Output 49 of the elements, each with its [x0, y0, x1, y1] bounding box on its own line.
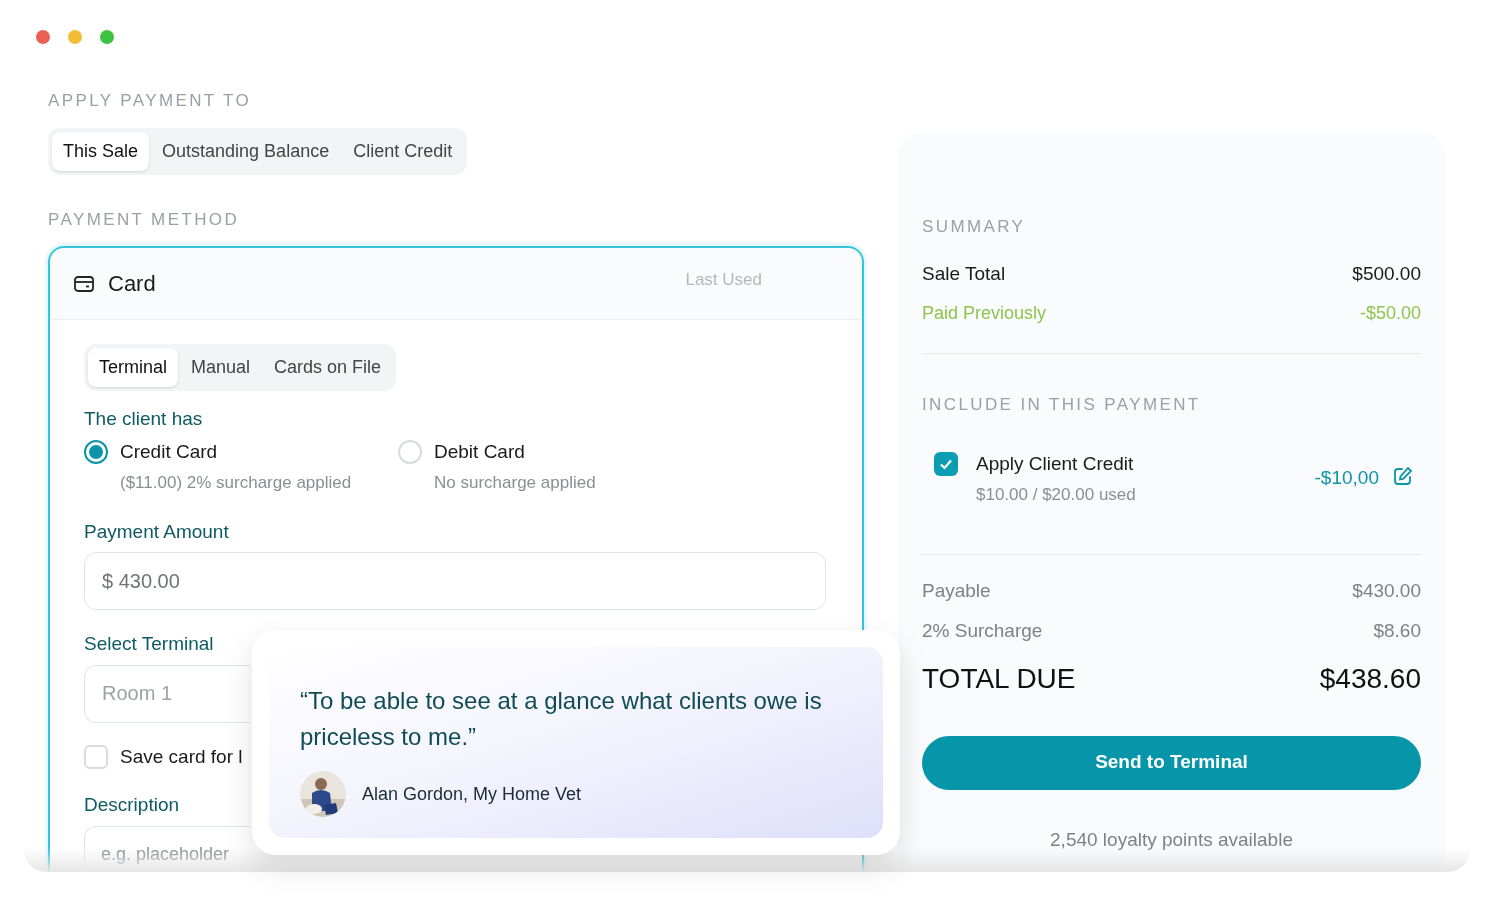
loyalty-points-text: 2,540 loyalty points available: [1049, 827, 1294, 852]
summary-value: $500.00: [1352, 261, 1421, 286]
tab[interactable]: Cards on File: [263, 348, 393, 387]
option-label: Debit Card: [434, 439, 526, 464]
edit-icon[interactable]: [1393, 465, 1413, 486]
section-label: INCLUDE IN THIS PAYMENT: [922, 394, 1202, 416]
testimonial-quote: “To be able to see at a glance what clients owe is priceless to me.”: [300, 686, 823, 752]
tab[interactable]: This Sale: [52, 131, 150, 171]
tab[interactable]: Manual: [180, 348, 262, 387]
testimonial-author: Alan Gordon, My Home Vet: [362, 782, 582, 806]
summary-value: -$50.00: [1359, 302, 1421, 325]
option-label: Credit Card: [120, 439, 219, 464]
section-label: PAYMENT METHOD: [48, 208, 241, 231]
total-value: $438.60: [1319, 661, 1421, 696]
summary-label: Paid Previously: [922, 302, 1047, 325]
minimize-window-icon[interactable]: [68, 30, 82, 44]
maximize-window-icon[interactable]: [100, 30, 114, 44]
field-label: Select Terminal: [84, 632, 214, 656]
option-note: No surcharge applied: [434, 472, 596, 494]
field-label: The client has: [84, 407, 204, 431]
total-label: 2% Surcharge: [922, 619, 1043, 643]
send-to-terminal-button[interactable]: Send to Terminal: [922, 735, 1421, 790]
terminal-field[interactable]: Room 1: [84, 664, 250, 723]
section-label: SUMMARY: [922, 216, 1027, 238]
field-label: Description: [84, 793, 180, 817]
summary-label: Sale Total: [922, 261, 1006, 286]
tab[interactable]: Terminal: [88, 348, 179, 387]
close-window-icon[interactable]: [36, 30, 50, 44]
total-label: Payable: [922, 578, 991, 603]
last-used-label: Last Used: [685, 268, 762, 291]
total-value: $8.60: [1373, 619, 1421, 643]
card-title: Card: [108, 270, 156, 298]
field-label: Payment Amount: [84, 519, 230, 544]
payment-amount-field[interactable]: $ 430.00: [84, 552, 826, 610]
checkbox[interactable]: [84, 744, 108, 769]
description-field[interactable]: e.g. placeholder: [84, 825, 250, 872]
checkbox[interactable]: [934, 451, 958, 476]
radio-button[interactable]: [84, 439, 108, 464]
credit-amount: -$10,00: [1314, 465, 1379, 490]
option-note: ($11.00) 2% surcharge applied: [120, 472, 352, 494]
credit-detail: $10.00 / $20.00 used: [976, 484, 1136, 506]
tab[interactable]: Client Credit: [342, 131, 464, 171]
credit-label: Apply Client Credit: [976, 451, 1135, 476]
card-icon: [74, 275, 94, 292]
total-value: $430.00: [1352, 578, 1421, 603]
checkbox-label: Save card for l: [120, 744, 243, 769]
tab[interactable]: Outstanding Balance: [151, 131, 341, 171]
section-label: APPLY PAYMENT TO: [48, 90, 253, 112]
total-label: TOTAL DUE: [922, 661, 1076, 696]
